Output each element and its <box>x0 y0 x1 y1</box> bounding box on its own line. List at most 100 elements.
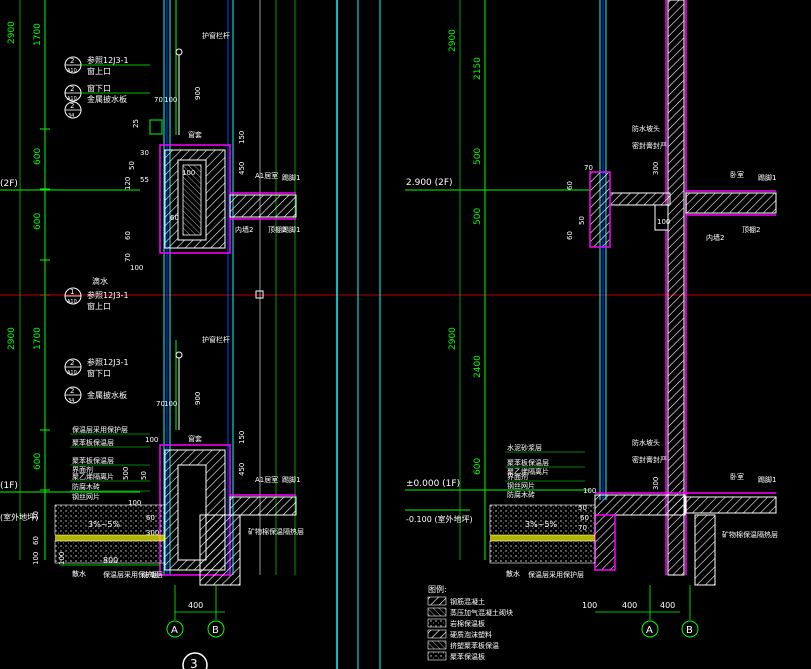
svg-text:300: 300 <box>652 477 660 490</box>
legend-item-2: 蒸压加气混凝土砌块 <box>427 607 513 617</box>
svg-text:卧室: 卧室 <box>730 472 744 481</box>
svg-text:钢丝网片: 钢丝网片 <box>507 481 535 490</box>
svg-text:30: 30 <box>140 149 149 157</box>
svg-text:300: 300 <box>146 529 159 537</box>
svg-text:1: 1 <box>70 288 74 296</box>
left-vdim-5: 2900 <box>7 327 17 350</box>
left-vdim-4: 600 <box>33 213 43 230</box>
svg-text:聚苯板保温层: 聚苯板保温层 <box>507 458 549 467</box>
svg-text:100: 100 <box>583 487 596 495</box>
right-slope: 3%~5% <box>525 520 557 529</box>
svg-text:界面剂: 界面剂 <box>507 472 528 481</box>
svg-text:60: 60 <box>32 536 40 545</box>
svg-text:聚苯板保温层: 聚苯板保温层 <box>72 456 114 465</box>
callout-6-text: 金属披水板 <box>87 390 127 400</box>
right-vdim-2: 2150 <box>473 57 483 80</box>
legend-item-1: 钢筋混凝土 <box>427 596 485 606</box>
svg-text:2: 2 <box>70 85 74 93</box>
svg-text:挤塑聚苯板保温: 挤塑聚苯板保温 <box>450 641 499 650</box>
svg-text:聚乙烯隔离片: 聚乙烯隔离片 <box>72 472 114 481</box>
svg-text:60: 60 <box>580 514 589 522</box>
svg-text:70: 70 <box>578 524 587 532</box>
callout-2-text: 窗下口 <box>87 83 111 93</box>
svg-text:60: 60 <box>170 214 179 222</box>
left-label-skirting-2: 踢脚1 <box>282 475 300 484</box>
right-vdim-4: 500 <box>473 208 483 225</box>
svg-text:保温层采用保护层: 保温层采用保护层 <box>72 425 128 434</box>
svg-text:150: 150 <box>238 431 246 444</box>
svg-text:300: 300 <box>652 162 660 175</box>
right-axis-b-label: B <box>686 625 693 636</box>
svg-text:钢筋混凝土: 钢筋混凝土 <box>450 597 485 606</box>
left-label-skirting-1: 踢脚1 <box>282 173 300 182</box>
svg-text:60: 60 <box>146 514 155 522</box>
svg-text:60: 60 <box>566 181 574 190</box>
left-axis-b-label: B <box>212 625 219 636</box>
left-bottom-dim-400: 400 <box>188 601 203 610</box>
left-level-2f: (2F) <box>0 179 18 189</box>
left-slope: 3%~5% <box>88 520 120 529</box>
legend-item-5: 挤塑聚苯板保温 <box>427 640 499 650</box>
callout-drip-text: 滴水 <box>92 276 108 286</box>
svg-text:顶棚2: 顶棚2 <box>742 225 760 234</box>
svg-text:2: 2 <box>70 102 74 110</box>
right-vdim-3: 500 <box>473 148 483 165</box>
left-label-window-frame-1: 窗套 <box>188 130 202 139</box>
callout-1-sub-text: 窗上口 <box>87 66 111 76</box>
svg-text:50: 50 <box>128 161 136 170</box>
callout-5-text: 参照12J3-1 <box>87 357 129 367</box>
left-level-1f: (1F) <box>0 481 18 491</box>
svg-text:120: 120 <box>124 177 132 190</box>
right-vdim-1: 2900 <box>448 29 458 52</box>
svg-text:100: 100 <box>657 218 670 226</box>
svg-text:55: 55 <box>140 176 149 184</box>
svg-text:60: 60 <box>124 231 132 240</box>
svg-text:A10: A10 <box>67 68 77 74</box>
svg-text:密封膏封严: 密封膏封严 <box>632 141 667 150</box>
svg-text:100: 100 <box>145 436 158 444</box>
left-label-room-1: A1居室 <box>255 171 278 180</box>
left-label-rail-2: 护窗栏杆 <box>202 335 230 344</box>
svg-text:50: 50 <box>578 216 586 225</box>
right-bottom-dim-400a: 400 <box>622 601 637 610</box>
svg-text:聚苯板保温层: 聚苯板保温层 <box>72 438 114 447</box>
svg-text:密封膏封严: 密封膏封严 <box>632 455 667 464</box>
svg-text:70: 70 <box>584 164 593 172</box>
svg-text:2: 2 <box>70 387 74 395</box>
right-axis-a-label: A <box>646 625 653 636</box>
svg-text:保温层采用保护层: 保温层采用保护层 <box>103 570 159 579</box>
svg-text:A10: A10 <box>67 370 77 376</box>
left-label-window-frame-2: 窗套 <box>188 434 202 443</box>
left-section-note: 矿物棉保温隔热层 <box>248 527 304 536</box>
svg-text:2: 2 <box>70 359 74 367</box>
svg-text:A10: A10 <box>67 299 77 305</box>
svg-text:900: 900 <box>194 87 202 100</box>
left-vdim-3: 600 <box>33 148 43 165</box>
svg-text:踢脚1: 踢脚1 <box>758 475 776 484</box>
svg-text:70: 70 <box>124 253 132 262</box>
right-level-2f: 2.900 (2F) <box>406 178 453 188</box>
right-vdim-5: 2900 <box>448 327 458 350</box>
right-vdim-6: 2400 <box>473 355 483 378</box>
callout-3-text: 金属披水板 <box>87 94 127 104</box>
svg-text:岩棉保温板: 岩棉保温板 <box>450 619 485 628</box>
svg-text:100: 100 <box>128 499 141 507</box>
svg-text:50: 50 <box>578 504 587 512</box>
cad-drawing-canvas[interactable]: 2900 1700 600 600 2900 1700 600 (2F) (1F… <box>0 0 811 669</box>
right-level-1f: ±0.000 (1F) <box>406 479 460 489</box>
callout-5-sub-text: 窗下口 <box>87 368 111 378</box>
svg-text:踢脚1: 踢脚1 <box>758 173 776 182</box>
left-label-scatter: 散水 <box>72 569 86 578</box>
left-vdim-1: 2900 <box>7 21 17 44</box>
svg-text:保温层采用保护层: 保温层采用保护层 <box>528 570 584 579</box>
svg-text:2: 2 <box>70 57 74 65</box>
right-bottom-dim-100: 100 <box>582 601 597 610</box>
left-label-rail-1: 护窗栏杆 <box>202 31 230 40</box>
svg-text:34: 34 <box>68 113 74 119</box>
svg-text:100: 100 <box>182 169 195 177</box>
left-vdim-2: 1700 <box>33 23 43 46</box>
svg-text:50: 50 <box>140 471 148 480</box>
svg-text:蒸压加气混凝土砌块: 蒸压加气混凝土砌块 <box>450 608 513 617</box>
svg-text:450: 450 <box>238 463 246 476</box>
left-axis-a-label: A <box>171 625 178 636</box>
